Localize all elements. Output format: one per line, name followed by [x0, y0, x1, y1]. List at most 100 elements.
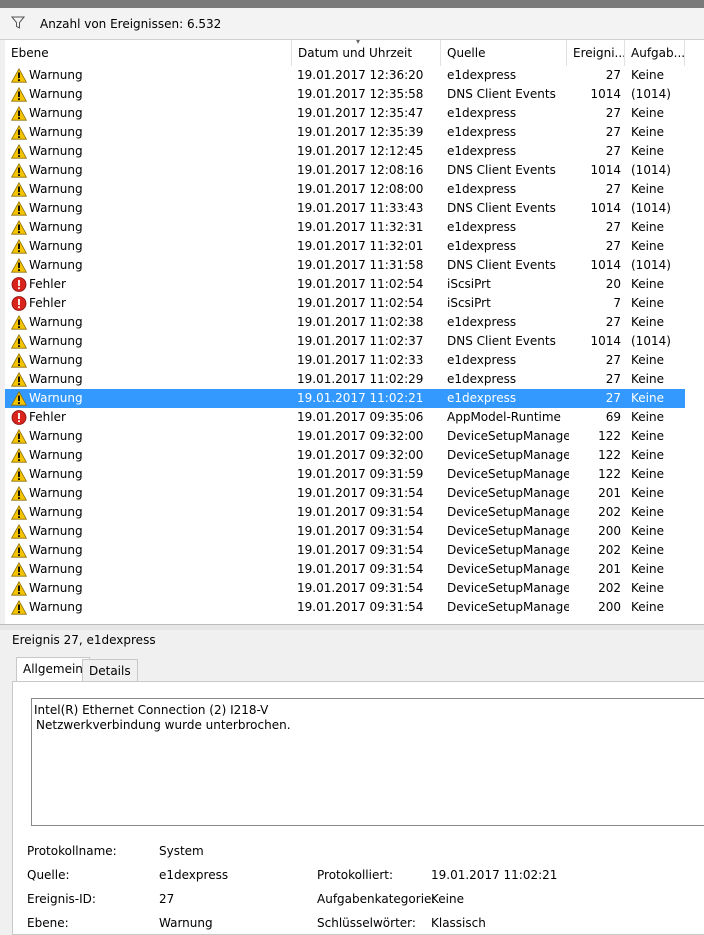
row-date: 19.01.2017 12:35:58: [297, 87, 424, 101]
row-date: 19.01.2017 12:08:00: [297, 182, 424, 196]
column-header-level[interactable]: Ebene: [5, 40, 292, 66]
sort-indicator-icon: ▾: [356, 40, 361, 46]
table-row[interactable]: Warnung 19.01.2017 09:31:54 DeviceSetupMan…: [5, 541, 685, 560]
row-date: 19.01.2017 09:31:54: [297, 562, 424, 576]
row-level: Warnung: [29, 220, 83, 234]
row-source: e1dexpress: [447, 106, 517, 120]
row-date: 19.01.2017 09:31:59: [297, 467, 424, 481]
event-list[interactable]: Ebene Datum und Uhrzeit ▾ Quelle Ereigni…: [5, 40, 704, 624]
keywords-label: Schlüsselwörter:: [317, 916, 416, 930]
table-row[interactable]: Warnung 19.01.2017 11:32:31 e1dexpress 27 Ke…: [5, 218, 685, 237]
table-row[interactable]: Fehler 19.01.2017 11:02:54 iScsiPrt 7 Keine: [5, 294, 685, 313]
table-row[interactable]: Warnung 19.01.2017 09:31:54 DeviceSetupMan…: [5, 522, 685, 541]
table-row[interactable]: Warnung 19.01.2017 12:35:39 e1dexpress 27 Ke…: [5, 123, 685, 142]
table-row[interactable]: Warnung 19.01.2017 09:31:54 DeviceSetupMan…: [5, 579, 685, 598]
table-row[interactable]: Warnung 19.01.2017 11:32:01 e1dexpress 27 Ke…: [5, 237, 685, 256]
row-event-id: 1014: [590, 163, 621, 177]
row-date: 19.01.2017 11:31:58: [297, 258, 424, 272]
warning-icon: [10, 181, 28, 197]
row-date: 19.01.2017 12:35:39: [297, 125, 424, 139]
row-task-category: (1014): [631, 334, 671, 348]
event-message-line-1: Intel(R) Ethernet Connection (2) I218-V: [34, 703, 269, 717]
table-row[interactable]: Warnung 19.01.2017 11:02:38 e1dexpress 27 Ke…: [5, 313, 685, 332]
row-source: DeviceSetupManager: [447, 505, 569, 519]
row-level: Warnung: [29, 543, 83, 557]
table-row[interactable]: Warnung 19.01.2017 11:02:29 e1dexpress 27 Ke…: [5, 370, 685, 389]
error-icon: [11, 410, 27, 425]
warning-icon: [10, 67, 28, 83]
source-value: e1dexpress: [159, 868, 229, 882]
row-level: Warnung: [29, 353, 83, 367]
column-header-task-category[interactable]: Aufgab...: [625, 40, 685, 66]
row-task-category: Keine: [631, 486, 664, 500]
row-event-id: 27: [605, 372, 621, 386]
column-header-source[interactable]: Quelle: [441, 40, 567, 66]
table-row[interactable]: Warnung 19.01.2017 09:31:54 DeviceSetupMan…: [5, 598, 685, 617]
row-source: iScsiPrt: [447, 277, 491, 291]
row-source: AppModel-Runtime: [447, 410, 561, 424]
row-event-id: 27: [605, 315, 621, 329]
table-row[interactable]: Warnung 19.01.2017 09:31:59 DeviceSetupMan…: [5, 465, 685, 484]
pane-splitter[interactable]: [0, 624, 704, 630]
table-row[interactable]: Warnung 19.01.2017 11:02:37 DNS Client Eve…: [5, 332, 685, 351]
table-row[interactable]: Fehler 19.01.2017 09:35:06 AppModel-Runtim…: [5, 408, 685, 427]
row-level: Warnung: [29, 600, 83, 614]
row-level: Fehler: [29, 410, 66, 424]
row-source: e1dexpress: [447, 315, 517, 329]
row-event-id: 27: [605, 239, 621, 253]
table-row[interactable]: Warnung 19.01.2017 11:31:58 DNS Client Eve…: [5, 256, 685, 275]
table-row[interactable]: Warnung 19.01.2017 09:32:00 DeviceSetupMan…: [5, 427, 685, 446]
table-row[interactable]: Warnung 19.01.2017 12:08:00 e1dexpress 27 Ke…: [5, 180, 685, 199]
table-row[interactable]: Warnung 19.01.2017 12:36:20 e1dexpress 27 Ke…: [5, 66, 685, 85]
row-task-category: Keine: [631, 448, 664, 462]
table-row[interactable]: Warnung 19.01.2017 12:08:16 DNS Client Eve…: [5, 161, 685, 180]
warning-icon: [10, 599, 28, 615]
row-date: 19.01.2017 09:31:54: [297, 581, 424, 595]
row-task-category: Keine: [631, 505, 664, 519]
filter-bar: Anzahl von Ereignissen: 6.532: [0, 8, 704, 40]
row-source: e1dexpress: [447, 68, 517, 82]
warning-icon: [10, 333, 28, 349]
row-source: e1dexpress: [447, 391, 517, 405]
column-header-date[interactable]: Datum und Uhrzeit: [292, 40, 441, 66]
row-date: 19.01.2017 09:35:06: [297, 410, 424, 424]
tab-general[interactable]: Allgemein: [16, 657, 90, 681]
row-level: Warnung: [29, 467, 83, 481]
row-task-category: Keine: [631, 68, 664, 82]
warning-icon: [10, 162, 28, 178]
detail-title: Ereignis 27, e1dexpress: [12, 633, 156, 647]
row-date: 19.01.2017 11:32:01: [297, 239, 424, 253]
row-source: DeviceSetupManager: [447, 524, 569, 538]
row-event-id: 27: [605, 106, 621, 120]
event-message-box[interactable]: Intel(R) Ethernet Connection (2) I218-V …: [31, 698, 704, 826]
table-row[interactable]: Warnung 19.01.2017 09:31:54 DeviceSetupMan…: [5, 560, 685, 579]
column-header-event-id[interactable]: Ereigni...: [567, 40, 625, 66]
tab-details[interactable]: Details: [82, 659, 138, 681]
table-row[interactable]: Warnung 19.01.2017 12:35:58 DNS Client Eve…: [5, 85, 685, 104]
row-source: DNS Client Events: [447, 163, 556, 177]
row-event-id: 1014: [590, 258, 621, 272]
warning-icon: [10, 257, 28, 273]
row-event-id: 200: [598, 524, 621, 538]
table-row[interactable]: Warnung 19.01.2017 12:35:47 e1dexpress 27 Ke…: [5, 104, 685, 123]
row-task-category: Keine: [631, 353, 664, 367]
table-row[interactable]: Warnung 19.01.2017 09:32:00 DeviceSetupMan…: [5, 446, 685, 465]
row-level: Warnung: [29, 163, 83, 177]
table-row[interactable]: Warnung 19.01.2017 11:02:33 e1dexpress 27 Ke…: [5, 351, 685, 370]
row-date: 19.01.2017 11:02:54: [297, 296, 424, 310]
table-row[interactable]: Warnung 19.01.2017 09:31:54 DeviceSetupMan…: [5, 503, 685, 522]
row-task-category: Keine: [631, 106, 664, 120]
task-category-value: Keine: [431, 892, 464, 906]
row-event-id: 27: [605, 68, 621, 82]
table-row[interactable]: Fehler 19.01.2017 11:02:54 iScsiPrt 20 Keine: [5, 275, 685, 294]
row-level: Warnung: [29, 524, 83, 538]
source-label: Quelle:: [27, 868, 70, 882]
table-row[interactable]: Warnung 19.01.2017 09:31:54 DeviceSetupMan…: [5, 484, 685, 503]
filter-icon[interactable]: [11, 16, 25, 30]
table-row[interactable]: Warnung 19.01.2017 11:02:21 e1dexpress 27 Ke…: [5, 389, 685, 408]
row-level: Warnung: [29, 182, 83, 196]
error-icon: [11, 277, 27, 292]
row-task-category: Keine: [631, 467, 664, 481]
table-row[interactable]: Warnung 19.01.2017 11:33:43 DNS Client Eve…: [5, 199, 685, 218]
table-row[interactable]: Warnung 19.01.2017 12:12:45 e1dexpress 27 Ke…: [5, 142, 685, 161]
